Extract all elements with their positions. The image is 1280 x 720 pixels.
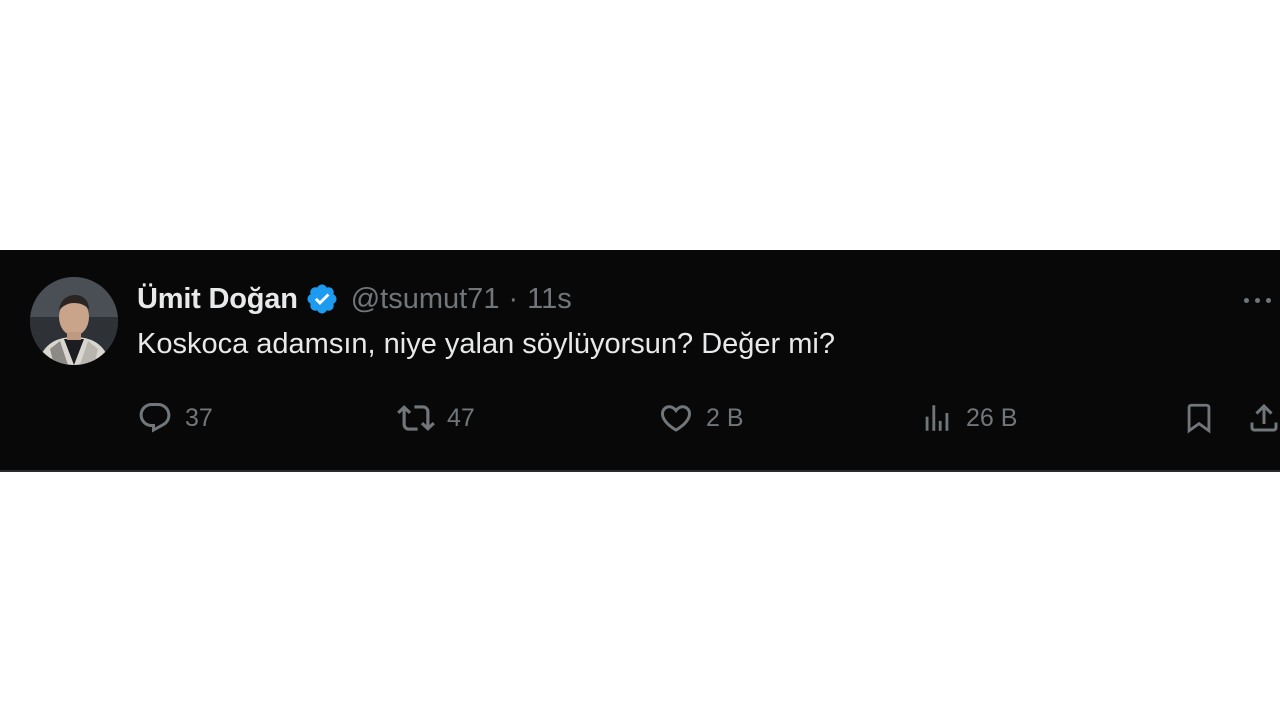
views-icon [925, 405, 949, 431]
more-dot [1244, 297, 1249, 303]
more-icon[interactable] [1244, 290, 1280, 310]
more-dot [1255, 297, 1260, 303]
tweet-timestamp[interactable]: 11s [527, 283, 572, 316]
repost-icon [397, 405, 435, 431]
bookmark-button[interactable] [1182, 398, 1216, 438]
repost-count: 47 [447, 403, 475, 432]
tweet-actions: 37 47 2 B 26 B [0, 398, 1280, 438]
tweet-text: Koskoca adamsın, niye yalan söylüyorsun?… [137, 328, 835, 360]
tweet-header: Ümit Doğan @tsumut71 · 11s [137, 280, 572, 318]
like-button[interactable]: 2 B [658, 398, 744, 438]
like-count: 2 B [706, 403, 744, 432]
views-button[interactable]: 26 B [920, 398, 1017, 438]
author-handle[interactable]: @tsumut71 [351, 283, 500, 316]
views-count: 26 B [966, 403, 1018, 432]
share-icon [1250, 403, 1278, 432]
reply-button[interactable]: 37 [137, 398, 213, 438]
like-icon [660, 405, 692, 432]
author-display-name[interactable]: Ümit Doğan [137, 283, 298, 316]
bookmark-icon [1187, 403, 1211, 434]
avatar-photo [30, 277, 118, 365]
header-separator: · [508, 282, 519, 315]
share-button[interactable] [1246, 398, 1280, 438]
reply-icon [139, 403, 171, 433]
verified-badge-icon[interactable] [305, 282, 339, 316]
reply-count: 37 [185, 403, 213, 432]
repost-button[interactable]: 47 [397, 398, 475, 438]
tweet-card[interactable]: Ümit Doğan @tsumut71 · 11s Koskoca adams… [0, 250, 1280, 472]
more-dot [1266, 297, 1271, 303]
avatar[interactable] [30, 277, 118, 365]
